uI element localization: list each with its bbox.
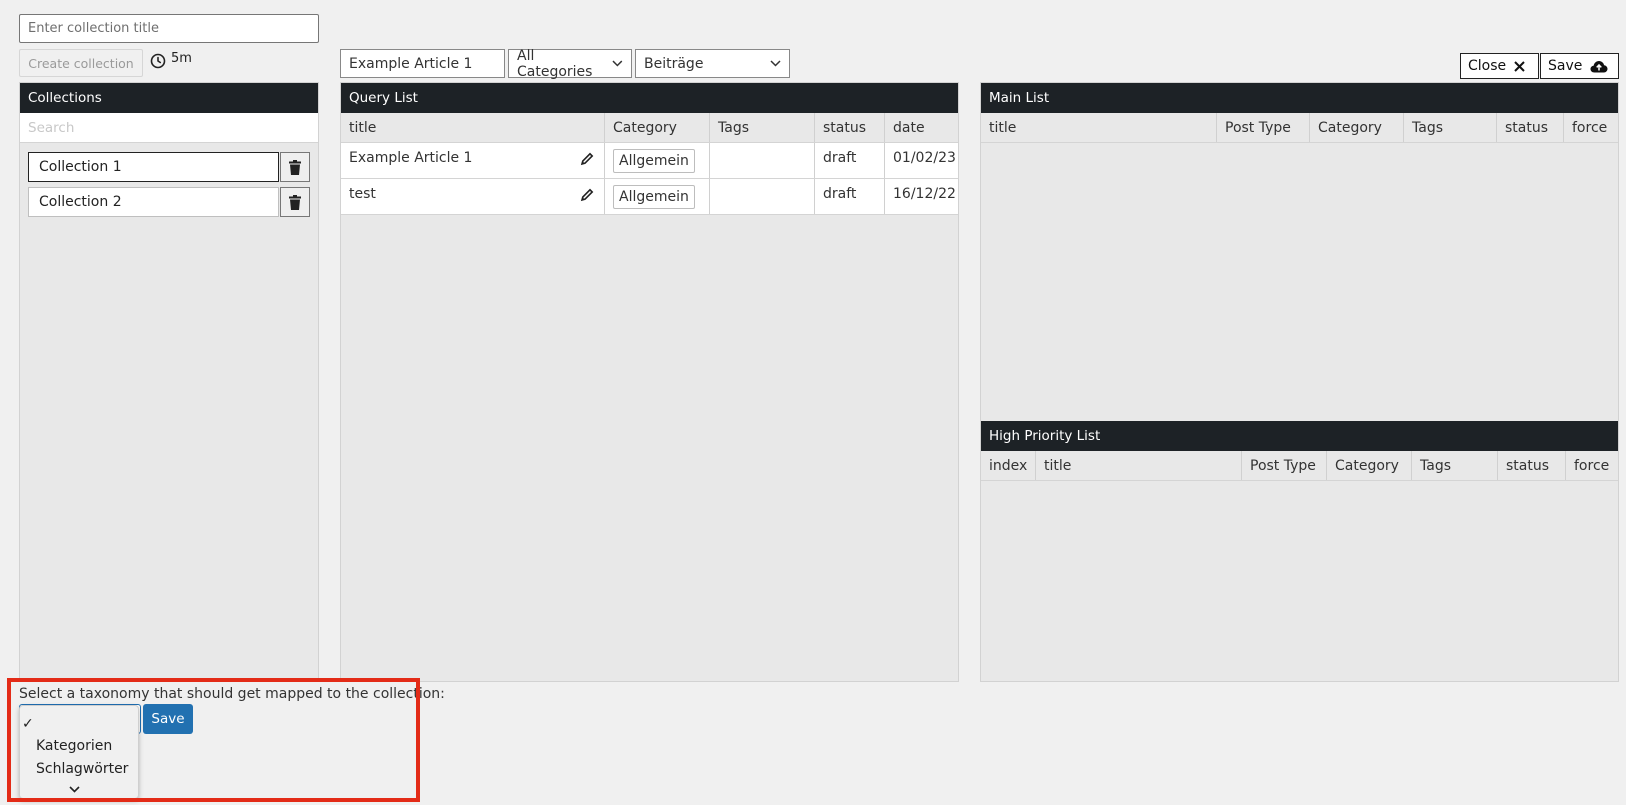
row-status: draft: [815, 143, 885, 178]
column-post-type[interactable]: Post Type: [1217, 113, 1310, 142]
close-icon: [1514, 60, 1525, 72]
chevron-down-icon: [612, 60, 623, 67]
timer: 5m: [150, 50, 192, 72]
high-priority-list: High Priority List index title Post Type…: [981, 421, 1618, 481]
trash-icon: [289, 159, 301, 175]
table-row[interactable]: Example Article 1 Allgemein draft 01/02/…: [341, 143, 958, 179]
column-category[interactable]: Category: [1327, 451, 1412, 480]
column-date[interactable]: date: [885, 113, 958, 142]
high-priority-header: High Priority List: [981, 421, 1618, 451]
column-tags[interactable]: Tags: [710, 113, 815, 142]
edit-pencil-icon[interactable]: [580, 188, 594, 202]
collection-title-input[interactable]: [19, 14, 319, 43]
category-tag[interactable]: Allgemein: [613, 149, 695, 173]
row-date: 01/02/23: [893, 150, 956, 166]
query-list-panel: Query List title Category Tags status da…: [340, 82, 959, 682]
create-collection-button[interactable]: Create collection: [19, 49, 143, 77]
column-force[interactable]: force: [1564, 113, 1618, 142]
timer-value: 5m: [171, 50, 192, 66]
main-list-columns: title Post Type Category Tags status for…: [981, 113, 1618, 143]
main-list-panel: Main List title Post Type Category Tags …: [980, 82, 1619, 682]
collection-item[interactable]: Collection 1: [28, 152, 310, 182]
row-tags: [710, 179, 815, 214]
column-tags[interactable]: Tags: [1404, 113, 1497, 142]
category-filter-select[interactable]: All Categories: [508, 47, 632, 80]
collections-search-input[interactable]: Search: [20, 113, 318, 143]
post-type-filter-select[interactable]: Beiträge: [635, 49, 790, 78]
edit-pencil-icon[interactable]: [580, 152, 594, 166]
column-tags[interactable]: Tags: [1412, 451, 1498, 480]
cloud-upload-icon: [1590, 60, 1608, 72]
save-button[interactable]: Save: [1540, 53, 1619, 79]
column-post-type[interactable]: Post Type: [1242, 451, 1327, 480]
column-status[interactable]: status: [815, 113, 885, 142]
column-force[interactable]: force: [1566, 451, 1618, 480]
query-search-input[interactable]: Example Article 1: [340, 49, 505, 78]
high-priority-columns: index title Post Type Category Tags stat…: [981, 451, 1618, 481]
post-type-filter-value: Beiträge: [644, 55, 704, 72]
collections-panel: Collections Search Collection 1 Collecti…: [19, 82, 319, 682]
save-label: Save: [1548, 58, 1583, 74]
row-title: Example Article 1: [349, 150, 473, 166]
column-category[interactable]: Category: [1310, 113, 1404, 142]
collection-name[interactable]: Collection 2: [28, 187, 279, 217]
column-index[interactable]: index: [981, 451, 1036, 480]
trash-icon: [289, 194, 301, 210]
table-row[interactable]: test Allgemein draft 16/12/22: [341, 179, 958, 215]
collections-header: Collections: [20, 83, 318, 113]
column-category[interactable]: Category: [605, 113, 710, 142]
column-title[interactable]: title: [1036, 451, 1242, 480]
close-label: Close: [1468, 58, 1507, 74]
category-filter-value: All Categories: [517, 47, 593, 80]
column-status[interactable]: status: [1497, 113, 1564, 142]
column-title[interactable]: title: [981, 113, 1217, 142]
column-status[interactable]: status: [1498, 451, 1566, 480]
category-tag[interactable]: Allgemein: [613, 185, 695, 209]
delete-collection-button[interactable]: [280, 187, 310, 217]
clock-icon: [150, 53, 166, 69]
query-list-header: Query List: [341, 83, 958, 113]
delete-collection-button[interactable]: [280, 152, 310, 182]
highlight-box: [7, 678, 420, 802]
column-title[interactable]: title: [341, 113, 605, 142]
row-status: draft: [815, 179, 885, 214]
query-list-columns: title Category Tags status date: [341, 113, 958, 143]
main-list-header: Main List: [981, 83, 1618, 113]
collection-item[interactable]: Collection 2: [28, 187, 310, 217]
collection-name[interactable]: Collection 1: [28, 152, 279, 182]
row-tags: [710, 143, 815, 178]
close-button[interactable]: Close: [1460, 53, 1539, 79]
chevron-down-icon: [770, 60, 781, 67]
row-date: 16/12/22: [893, 186, 956, 202]
row-title: test: [349, 186, 376, 202]
